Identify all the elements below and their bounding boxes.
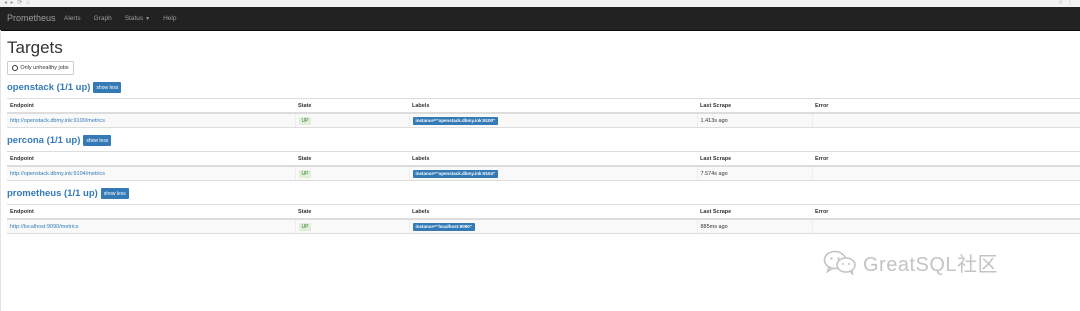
- show-less-button[interactable]: show less: [93, 82, 122, 93]
- table-header-row: Endpoint State Labels Last Scrape Error: [7, 98, 1080, 114]
- browser-menu-icon: ☆ ⋮: [1057, 0, 1074, 6]
- nav-item-alerts[interactable]: Alerts: [64, 7, 81, 31]
- error-cell: [812, 113, 1080, 128]
- browser-controls-icon: ◂ ▸ ⟳ ⌂: [4, 0, 31, 6]
- table-row: http://openstack.dbmy.ink:9100/metrics U…: [7, 113, 1080, 128]
- endpoint-cell: http://localhost:9090/metrics: [7, 219, 296, 234]
- col-header-labels: Labels: [409, 98, 697, 114]
- col-header-error: Error: [812, 151, 1080, 167]
- nav-menu: Alerts Graph Status ▼ Help: [64, 7, 189, 31]
- endpoint-link[interactable]: http://localhost:9090/metrics: [10, 224, 78, 230]
- endpoint-cell: http://openstack.dbmy.ink:9104/metrics: [7, 166, 296, 181]
- col-header-state: State: [295, 204, 409, 220]
- col-header-error: Error: [812, 98, 1080, 114]
- nav-item-status-label: Status: [124, 15, 144, 22]
- brand-link[interactable]: Prometheus: [7, 7, 56, 30]
- col-header-labels: Labels: [409, 204, 697, 220]
- nav-item-help[interactable]: Help: [163, 7, 176, 31]
- col-header-state: State: [295, 151, 409, 167]
- table-row: http://openstack.dbmy.ink:9104/metrics U…: [7, 166, 1080, 181]
- endpoint-cell: http://openstack.dbmy.ink:9100/metrics: [7, 113, 296, 128]
- filter-toggle-icon: [12, 65, 19, 71]
- job-section-openstack: openstack (1/1 up) show less Endpoint St…: [7, 81, 1080, 128]
- targets-table: Endpoint State Labels Last Scrape Error …: [7, 98, 1080, 128]
- col-header-last-scrape: Last Scrape: [697, 151, 812, 167]
- error-cell: [812, 166, 1080, 181]
- label-badge: instance="openstack.dbmy.ink:9104": [412, 169, 499, 178]
- table-header-row: Endpoint State Labels Last Scrape Error: [7, 204, 1080, 220]
- state-badge: UP: [298, 116, 312, 125]
- page-left-border: [0, 30, 1, 311]
- error-cell: [812, 219, 1080, 234]
- labels-cell: instance="localhost:9090": [409, 219, 698, 234]
- endpoint-link[interactable]: http://openstack.dbmy.ink:9100/metrics: [10, 118, 105, 124]
- endpoint-link[interactable]: http://openstack.dbmy.ink:9104/metrics: [10, 171, 105, 177]
- state-badge: UP: [298, 222, 312, 231]
- job-title-openstack[interactable]: openstack (1/1 up): [7, 82, 90, 93]
- labels-cell: instance="openstack.dbmy.ink:9104": [409, 166, 698, 181]
- col-header-endpoint: Endpoint: [7, 98, 295, 114]
- state-cell: UP: [295, 219, 410, 234]
- col-header-last-scrape: Last Scrape: [697, 204, 812, 220]
- wechat-icon: [823, 250, 856, 275]
- col-header-error: Error: [812, 204, 1080, 220]
- job-header: percona (1/1 up) show less: [7, 134, 1080, 147]
- job-header: prometheus (1/1 up) show less: [7, 187, 1080, 200]
- col-header-endpoint: Endpoint: [7, 151, 295, 167]
- table-row: http://localhost:9090/metrics UP instanc…: [7, 219, 1080, 234]
- watermark-text: GreatSQL社区: [863, 253, 999, 276]
- table-header-row: Endpoint State Labels Last Scrape Error: [7, 151, 1080, 167]
- last-scrape-cell: 885ms ago: [697, 219, 813, 234]
- nav-item-status[interactable]: Status ▼: [125, 7, 150, 31]
- targets-page: Targets Only unhealthy jobs openstack (1…: [7, 30, 1080, 234]
- top-navbar: Prometheus Alerts Graph Status ▼ Help: [0, 7, 1080, 31]
- only-unhealthy-jobs-button[interactable]: Only unhealthy jobs: [7, 61, 74, 75]
- job-header: openstack (1/1 up) show less: [7, 81, 1080, 94]
- last-scrape-cell: 1.413s ago: [697, 113, 813, 128]
- page-title: Targets: [7, 38, 63, 57]
- job-section-prometheus: prometheus (1/1 up) show less Endpoint S…: [7, 187, 1080, 234]
- caret-down-icon: ▼: [145, 16, 151, 22]
- col-header-state: State: [295, 98, 409, 114]
- state-cell: UP: [295, 113, 410, 128]
- greatsql-watermark: GreatSQL社区: [823, 248, 998, 276]
- job-title-percona[interactable]: percona (1/1 up): [7, 135, 80, 146]
- col-header-labels: Labels: [409, 151, 697, 167]
- col-header-endpoint: Endpoint: [7, 204, 295, 220]
- job-title-prometheus[interactable]: prometheus (1/1 up): [7, 188, 98, 199]
- state-cell: UP: [295, 166, 410, 181]
- show-less-button[interactable]: show less: [100, 188, 129, 199]
- filter-button-label: Only unhealthy jobs: [20, 65, 69, 71]
- state-badge: UP: [298, 169, 312, 178]
- show-less-button[interactable]: show less: [83, 135, 112, 146]
- label-badge: instance="localhost:9090": [412, 222, 475, 231]
- col-header-last-scrape: Last Scrape: [697, 98, 812, 114]
- nav-item-graph[interactable]: Graph: [94, 7, 112, 31]
- targets-table: Endpoint State Labels Last Scrape Error …: [7, 204, 1080, 234]
- job-section-percona: percona (1/1 up) show less Endpoint Stat…: [7, 134, 1080, 181]
- labels-cell: instance="openstack.dbmy.ink:9100": [409, 113, 698, 128]
- targets-table: Endpoint State Labels Last Scrape Error …: [7, 151, 1080, 181]
- last-scrape-cell: 7.574s ago: [697, 166, 813, 181]
- label-badge: instance="openstack.dbmy.ink:9100": [412, 116, 499, 125]
